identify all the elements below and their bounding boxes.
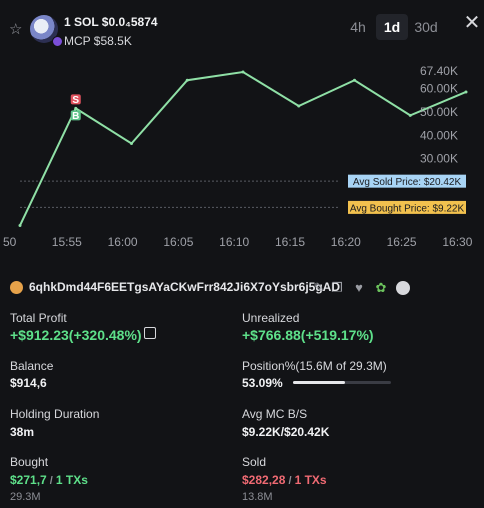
bought-label: Bought <box>10 455 49 469</box>
data-point <box>353 78 356 82</box>
token-row: 6qhkDmd44F6EETgsAYaCKwFrr842Ji6X7oYsbr6j… <box>10 280 340 294</box>
star-icon[interactable]: ☆ <box>9 22 25 38</box>
token-title: 1 SOL $0.0₄5874 <box>64 15 158 29</box>
price-chart: Avg Sold Price: $20.42K Avg Bought Price:… <box>3 64 473 249</box>
sold-label: Sold <box>242 455 267 469</box>
x-tick-label: 16:25 <box>387 235 417 249</box>
x-tick-label: 15:55 <box>52 235 82 249</box>
sell-marker[interactable]: S <box>72 95 79 106</box>
tab-30d[interactable]: 30d <box>410 14 442 40</box>
data-point <box>464 90 468 94</box>
position-label: Position%(15.6M of 29.3M) <box>242 359 387 373</box>
market-cap: MCP $58.5K <box>64 34 132 48</box>
bought-separator: / <box>46 475 56 487</box>
data-point <box>408 113 412 117</box>
tab-4h[interactable]: 4h <box>342 14 374 40</box>
position-value: 53.09% <box>242 376 283 390</box>
x-tick-label: 16:00 <box>108 235 138 249</box>
x-tick-label: 16:30 <box>442 235 472 249</box>
sold-txs: 1 TXs <box>294 473 327 487</box>
bought-amount: $271,7 <box>10 473 47 487</box>
avg-mc-label: Avg MC B/S <box>242 407 308 421</box>
unrealized-label: Unrealized <box>242 311 300 325</box>
data-point <box>18 223 22 227</box>
position-bar <box>293 381 391 384</box>
token-icon <box>10 280 23 294</box>
menu-icon[interactable] <box>396 281 410 295</box>
balance-value: $914,6 <box>10 376 47 390</box>
sold-amount: $282,28 <box>242 473 286 487</box>
position-bar-fill <box>293 381 346 384</box>
reference-label: Avg Bought Price: $9.22K <box>350 203 465 214</box>
y-tick-label: 40.00K <box>420 128 458 142</box>
sold-separator: / <box>285 475 295 487</box>
holding-duration-label: Holding Duration <box>10 407 100 421</box>
holding-duration-value: 38m <box>10 425 35 439</box>
heart-icon[interactable]: ♥ <box>352 281 366 295</box>
bought-txs: 1 TXs <box>55 473 88 487</box>
leaf-icon[interactable]: ✿ <box>374 281 388 295</box>
timeframe-tabs: 4h 1d 30d <box>342 14 444 40</box>
y-tick-label: 60.00K <box>420 81 458 95</box>
edit-icon[interactable]: ✎ <box>312 281 326 295</box>
x-tick-label: 16:05 <box>163 235 193 249</box>
sold-value: $282,28 / 1 TXs <box>242 473 327 487</box>
data-point <box>74 106 78 110</box>
unrealized-value: +$766.88(+519.17%) <box>242 327 374 343</box>
data-point <box>297 104 301 108</box>
token-address[interactable]: 6qhkDmd44F6EETgsAYaCKwFrr842Ji6X7oYsbr6j… <box>29 280 340 294</box>
tab-1d[interactable]: 1d <box>376 14 408 40</box>
bought-tokens: 29.3M <box>10 491 41 503</box>
y-tick-label: 67.40K <box>420 64 458 78</box>
sold-tokens: 13.8M <box>242 491 273 503</box>
y-tick-label: 50.00K <box>420 105 458 119</box>
x-tick-label: 16:15 <box>275 235 305 249</box>
buy-marker[interactable]: B <box>72 111 79 122</box>
external-link-icon[interactable] <box>144 327 156 339</box>
bought-value: $271,7 / 1 TXs <box>10 473 88 487</box>
copy-icon[interactable]: ❐ <box>330 281 344 295</box>
balance-label: Balance <box>10 359 54 373</box>
data-point <box>130 141 133 145</box>
close-icon[interactable]: ✕ <box>462 13 482 33</box>
x-tick-label: 16:10 <box>219 235 249 249</box>
x-tick-label: 50 <box>3 235 17 249</box>
data-point <box>241 70 245 74</box>
total-profit-value: +$912.23(+320.48%) <box>10 327 142 343</box>
y-tick-label: 30.00K <box>420 152 458 166</box>
x-tick-label: 16:20 <box>331 235 361 249</box>
reference-label: Avg Sold Price: $20.42K <box>353 177 462 188</box>
data-point <box>185 78 189 82</box>
avg-mc-value: $9.22K/$20.42K <box>242 425 330 439</box>
chain-badge <box>52 36 63 47</box>
total-profit-label: Total Profit <box>10 311 67 325</box>
